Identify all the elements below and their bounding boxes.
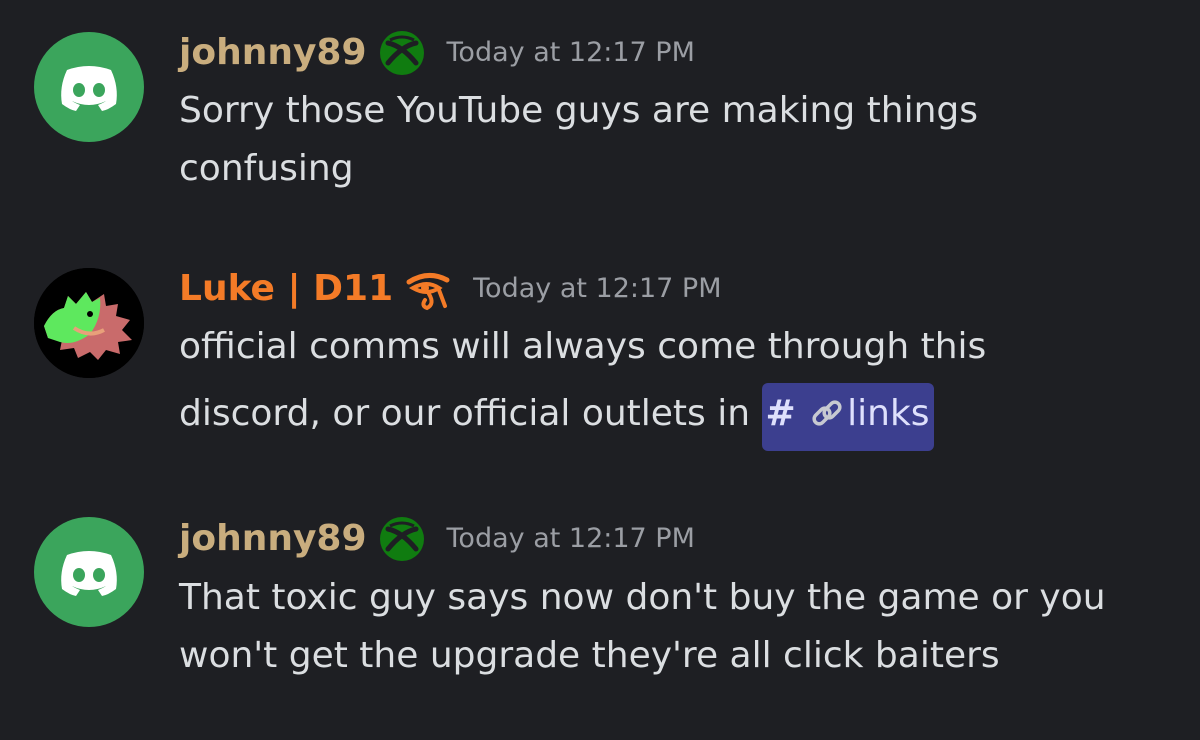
- message-content: official comms will always come through …: [179, 313, 1179, 451]
- channel-name: links: [847, 393, 930, 434]
- username[interactable]: johnny89: [179, 31, 367, 75]
- username[interactable]: Luke | D11: [179, 267, 393, 311]
- avatar[interactable]: [34, 32, 144, 142]
- chat-message-list: johnny89 Today at 12:17 PM Sorry those Y…: [0, 0, 1200, 740]
- hash-icon: #: [765, 393, 796, 434]
- xbox-icon: [379, 30, 425, 76]
- message-line-text: discord, or our official outlets in: [179, 393, 751, 434]
- message-line: won't get the upgrade they're all click …: [179, 635, 1000, 676]
- discord-default-avatar-icon: [34, 517, 144, 627]
- discord-default-avatar-icon: [34, 32, 144, 142]
- message-line: Sorry those YouTube guys are making thin…: [179, 90, 979, 131]
- message-line: confusing: [179, 148, 354, 189]
- message-content: That toxic guy says now don't buy the ga…: [179, 569, 1179, 685]
- custom-avatar-icon: [34, 268, 144, 378]
- message-line: That toxic guy says now don't buy the ga…: [179, 577, 1106, 618]
- avatar[interactable]: [34, 268, 144, 378]
- message-line: official comms will always come through …: [179, 326, 987, 367]
- xbox-icon: [379, 516, 425, 562]
- timestamp: Today at 12:17 PM: [446, 523, 695, 554]
- message-line: discord, or our official outlets in # li…: [179, 380, 1179, 451]
- channel-mention-links[interactable]: # links: [761, 383, 934, 451]
- message-content: Sorry those YouTube guys are making thin…: [179, 82, 1179, 198]
- timestamp: Today at 12:17 PM: [446, 37, 695, 68]
- timestamp: Today at 12:17 PM: [473, 273, 722, 304]
- username[interactable]: johnny89: [179, 517, 367, 561]
- link-icon: [809, 389, 845, 451]
- avatar[interactable]: [34, 517, 144, 627]
- eye-of-horus-icon: [405, 266, 451, 312]
